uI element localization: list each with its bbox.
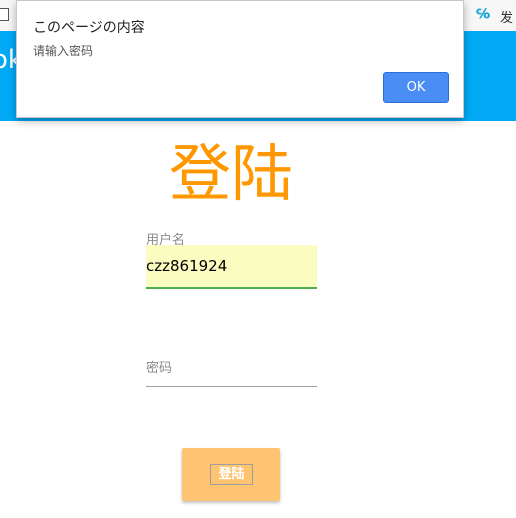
page-title: 登陆 — [168, 137, 293, 210]
username-input[interactable] — [146, 245, 317, 289]
extension-label[interactable]: 发 — [500, 7, 513, 26]
alert-title: このページの内容 — [33, 20, 145, 36]
alert-message: 请输入密码 — [33, 44, 94, 58]
login-button-label: 登陆 — [210, 464, 253, 485]
alert-dialog: このページの内容 请输入密码 OK — [16, 0, 464, 118]
password-input[interactable] — [146, 374, 317, 387]
page-icon — [0, 8, 9, 21]
ok-button[interactable]: OK — [383, 72, 449, 103]
login-button[interactable]: 登陆 — [182, 448, 280, 501]
extension-icon[interactable]: ℅ — [476, 8, 492, 22]
